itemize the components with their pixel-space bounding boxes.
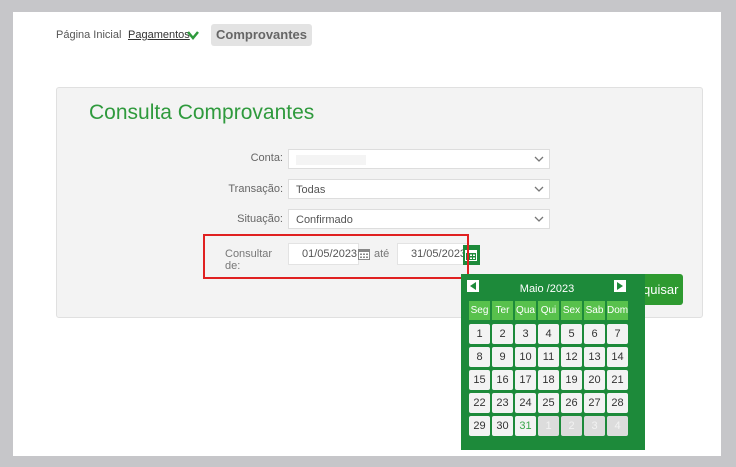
weekday-header-cell: Dom: [607, 301, 628, 320]
calendar-day[interactable]: 21: [607, 370, 628, 390]
calendar-day[interactable]: 26: [561, 393, 582, 413]
account-value-redacted: [296, 155, 366, 166]
calendar-day[interactable]: 7: [607, 324, 628, 344]
datepicker-popup: Maio /2023 Seg Ter Qua Qui Sex Sab Dom 1234567…: [461, 274, 645, 450]
weekday-header-cell: Qua: [515, 301, 536, 320]
calendar-day[interactable]: 15: [469, 370, 490, 390]
page-title: Consulta Comprovantes: [89, 101, 315, 124]
calendar-day-other-month[interactable]: 2: [561, 416, 582, 436]
calendar-day[interactable]: 13: [584, 347, 605, 367]
calendar-day[interactable]: 14: [607, 347, 628, 367]
calendar-day[interactable]: 8: [469, 347, 490, 367]
calendar-month-title: Maio /2023: [519, 283, 575, 295]
account-label: Conta:: [250, 152, 283, 164]
calendar-day[interactable]: 19: [561, 370, 582, 390]
calendar-day[interactable]: 11: [538, 347, 559, 367]
transaction-value: Todas: [296, 184, 326, 196]
calendar-day[interactable]: 9: [492, 347, 513, 367]
status-value: Confirmado: [296, 214, 353, 226]
calendar-day-other-month[interactable]: 4: [607, 416, 628, 436]
status-select[interactable]: Confirmado: [288, 209, 550, 229]
calendar-day[interactable]: 18: [538, 370, 559, 390]
status-label: Situação:: [237, 213, 283, 225]
calendar-day[interactable]: 1: [469, 324, 490, 344]
calendar-day[interactable]: 3: [515, 324, 536, 344]
weekday-header-cell: Ter: [492, 301, 513, 320]
calendar-day[interactable]: 10: [515, 347, 536, 367]
weekday-header-cell: Seg: [469, 301, 490, 320]
chevron-right-icon[interactable]: [614, 280, 626, 292]
calendar-day[interactable]: 5: [561, 324, 582, 344]
calendar-day[interactable]: 28: [607, 393, 628, 413]
calendar-day-other-month[interactable]: 3: [584, 416, 605, 436]
weekday-header-cell: Sab: [584, 301, 605, 320]
account-select[interactable]: [288, 149, 550, 169]
chevron-down-icon: [534, 216, 544, 222]
calendar-day[interactable]: 6: [584, 324, 605, 344]
calendar-day[interactable]: 4: [538, 324, 559, 344]
transaction-label: Transação:: [228, 183, 283, 195]
calendar-day[interactable]: 25: [538, 393, 559, 413]
calendar-day[interactable]: 17: [515, 370, 536, 390]
calendar-day[interactable]: 12: [561, 347, 582, 367]
calendar-day-other-month[interactable]: 1: [538, 416, 559, 436]
breadcrumb-current: Comprovantes: [211, 24, 312, 46]
transaction-select[interactable]: Todas: [288, 179, 550, 199]
calendar-day[interactable]: 27: [584, 393, 605, 413]
calendar-day[interactable]: 24: [515, 393, 536, 413]
weekday-header-cell: Qui: [538, 301, 559, 320]
calendar-day[interactable]: 29: [469, 416, 490, 436]
calendar-day[interactable]: 23: [492, 393, 513, 413]
calendar-day[interactable]: 20: [584, 370, 605, 390]
breadcrumb-payments-link[interactable]: Pagamentos: [128, 29, 190, 41]
chevron-down-icon[interactable]: [187, 29, 199, 41]
calendar-day[interactable]: 22: [469, 393, 490, 413]
highlight-annotation-box: [203, 234, 469, 279]
page: Página Inicial Pagamentos Comprovantes C…: [13, 12, 721, 456]
calendar-day[interactable]: 2: [492, 324, 513, 344]
chevron-down-icon: [534, 186, 544, 192]
weekday-header-cell: Sex: [561, 301, 582, 320]
calendar-day[interactable]: 30: [492, 416, 513, 436]
chevron-down-icon: [534, 156, 544, 162]
breadcrumb-home-link[interactable]: Página Inicial: [56, 29, 121, 41]
calendar-day[interactable]: 31: [515, 416, 536, 436]
calendar-day[interactable]: 16: [492, 370, 513, 390]
